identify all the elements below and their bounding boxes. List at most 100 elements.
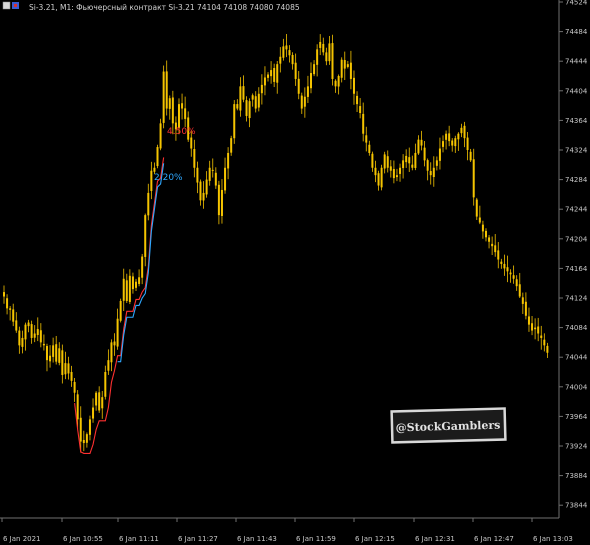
- price-tick-label: 74364: [565, 117, 588, 125]
- candle: [454, 135, 457, 153]
- candle: [122, 268, 125, 312]
- candle-body: [374, 167, 377, 176]
- candle-body: [199, 181, 202, 201]
- candle: [402, 154, 405, 179]
- candle: [85, 432, 88, 448]
- candle: [328, 36, 331, 65]
- chart-header: Si-3.21, M1: Фьючерсный контракт Si-3.21…: [2, 1, 300, 12]
- candle: [534, 318, 537, 340]
- candle-body: [49, 355, 52, 362]
- candle: [408, 147, 411, 172]
- time-tick-label: 6 Jan 12:47: [474, 535, 514, 543]
- candle-body: [442, 141, 445, 147]
- candle: [21, 330, 24, 354]
- candle: [527, 307, 530, 332]
- candle: [276, 61, 279, 94]
- candle-body: [303, 96, 306, 107]
- candle-body: [546, 345, 549, 353]
- time-tick-label: 6 Jan 11:27: [178, 535, 218, 543]
- candle: [49, 345, 52, 368]
- candle: [267, 72, 270, 82]
- candle-body: [402, 160, 405, 169]
- candle: [220, 179, 223, 224]
- candle: [110, 339, 113, 372]
- candle: [162, 65, 165, 129]
- candle-body: [205, 179, 208, 195]
- window-menu-icon[interactable]: [2, 1, 11, 10]
- price-tick-label: 74204: [565, 235, 588, 243]
- candle-body: [113, 341, 116, 346]
- candle-body: [45, 346, 48, 361]
- candle-body: [426, 160, 429, 171]
- candle-body: [95, 392, 98, 406]
- candle: [472, 148, 475, 206]
- candle-body: [21, 337, 24, 347]
- candle: [131, 272, 134, 294]
- candle: [159, 118, 162, 151]
- candle: [429, 162, 432, 185]
- candle: [88, 415, 91, 441]
- candle: [316, 44, 319, 77]
- candle: [389, 160, 392, 178]
- candle-body: [457, 133, 460, 140]
- time-tick-label: 6 Jan 10:55: [63, 535, 103, 543]
- candle: [147, 183, 150, 221]
- candle: [214, 167, 217, 189]
- price-tick-label: 74044: [565, 354, 588, 362]
- candle-body: [88, 419, 91, 435]
- candle: [73, 377, 76, 402]
- candle: [236, 99, 239, 111]
- candle-body: [67, 363, 70, 374]
- candle: [352, 70, 355, 105]
- candle-body: [73, 381, 76, 393]
- price-tick-label: 74004: [565, 383, 588, 391]
- candle-body: [58, 348, 61, 363]
- candle-body: [484, 230, 487, 238]
- candle: [395, 168, 398, 182]
- candle-body: [82, 439, 85, 444]
- candle: [346, 60, 349, 69]
- candle: [248, 98, 251, 128]
- candle-body: [282, 46, 285, 58]
- watermark-text: @StockGamblers: [396, 419, 501, 435]
- candle-body: [85, 434, 88, 443]
- candle: [282, 38, 285, 61]
- candle: [184, 96, 187, 127]
- price-tick-label: 73924: [565, 443, 588, 451]
- candle: [426, 158, 429, 181]
- candle-body: [285, 45, 288, 50]
- candle: [150, 161, 153, 200]
- candle: [448, 125, 451, 147]
- candle: [368, 140, 371, 156]
- candle-body: [162, 71, 165, 123]
- candle: [291, 52, 294, 70]
- candle-body: [386, 156, 389, 168]
- candle-body: [306, 86, 309, 97]
- candle-body: [214, 172, 217, 186]
- candle-body: [276, 64, 279, 83]
- candle: [9, 306, 12, 321]
- candle-body: [230, 138, 233, 153]
- candle-body: [70, 371, 73, 381]
- candle-body: [193, 149, 196, 168]
- candle-body: [254, 96, 257, 109]
- candle: [33, 325, 36, 343]
- candle: [224, 157, 227, 194]
- candle: [531, 315, 534, 336]
- candle: [202, 181, 205, 209]
- candle-body: [15, 320, 18, 331]
- candle: [399, 163, 402, 182]
- candle-body: [371, 153, 374, 168]
- candle: [67, 356, 70, 380]
- candle: [310, 62, 312, 94]
- candle-body: [297, 78, 300, 94]
- price-tick-label: 74484: [565, 28, 588, 36]
- candle: [36, 317, 39, 342]
- candle-body: [202, 192, 205, 201]
- candle-body: [346, 64, 349, 67]
- candle: [349, 50, 352, 90]
- time-tick-label: 6 Jan 11:11: [119, 535, 159, 543]
- candle: [107, 349, 110, 375]
- candle: [417, 135, 420, 155]
- candle-body: [340, 59, 343, 78]
